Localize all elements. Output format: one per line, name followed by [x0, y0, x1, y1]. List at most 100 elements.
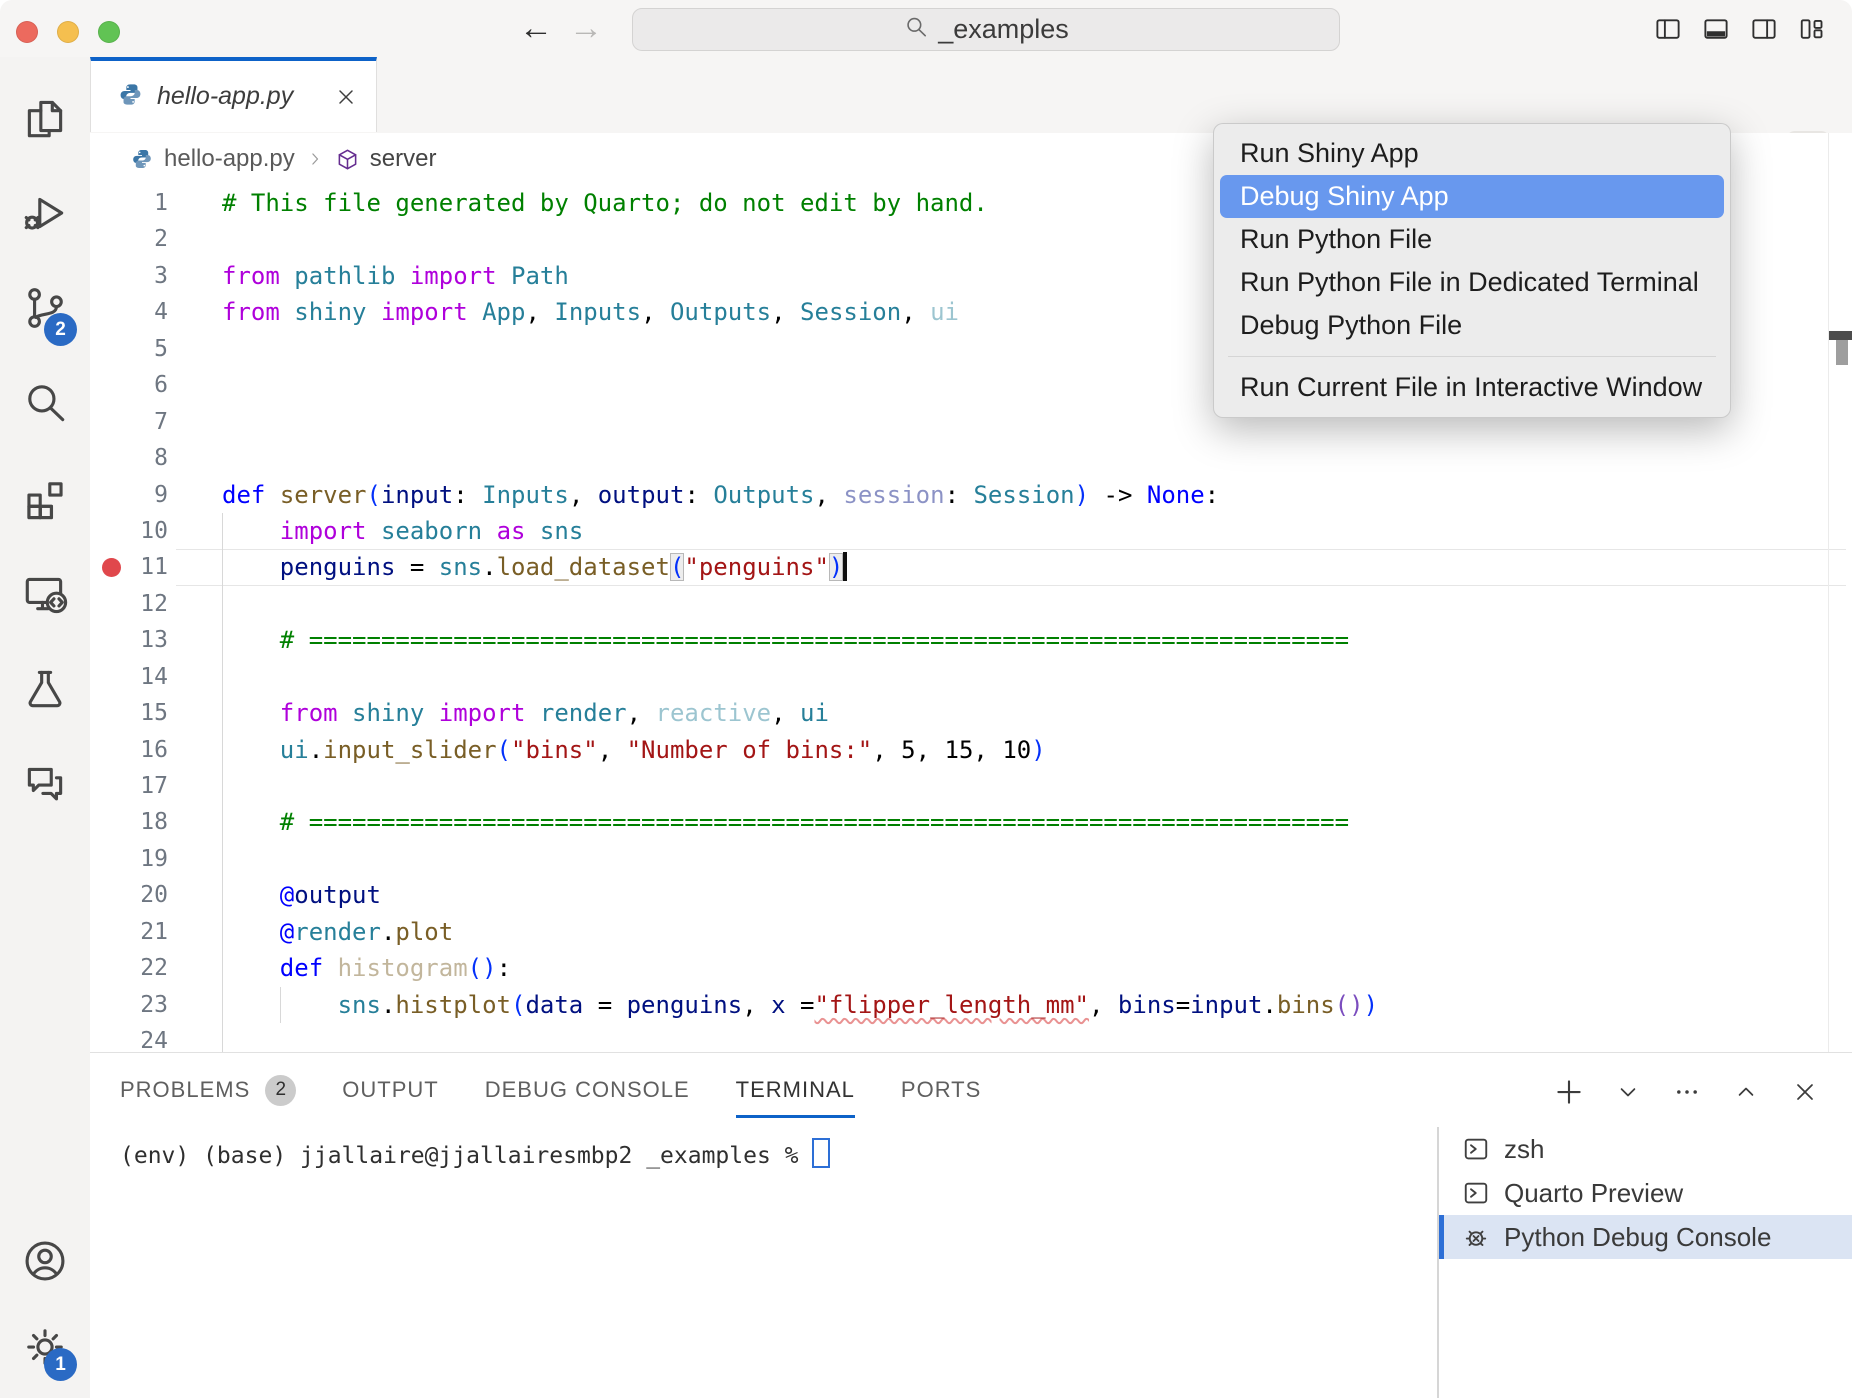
layout-customize-icon[interactable] — [1796, 13, 1828, 45]
code-line-23[interactable]: 23 sns.histplot(data = penguins, x ="fli… — [90, 987, 1852, 1023]
terminal-list-item-quarto-preview[interactable]: Quarto Preview — [1439, 1171, 1852, 1215]
code-line-24[interactable]: 24 — [90, 1023, 1852, 1052]
code-line-9[interactable]: 9def server(input: Inputs, output: Outpu… — [90, 477, 1852, 513]
menu-item-1[interactable]: Debug Shiny App — [1220, 175, 1724, 218]
line-number[interactable]: 3 — [90, 258, 168, 294]
line-number[interactable]: 24 — [90, 1023, 168, 1052]
panel-tab-problems[interactable]: PROBLEMS2 — [120, 1075, 296, 1106]
menu-item-0[interactable]: Run Shiny App — [1220, 132, 1724, 175]
titlebar: ← → _examples — [0, 0, 1852, 57]
activity-item-explorer[interactable] — [0, 70, 90, 165]
line-number[interactable]: 10 — [90, 513, 168, 549]
line-number[interactable]: 17 — [90, 768, 168, 804]
panel-more-actions-button[interactable] — [1670, 1075, 1704, 1109]
new-terminal-button[interactable] — [1552, 1075, 1586, 1109]
scrollbar-thumb[interactable] — [1836, 340, 1848, 365]
terminal-prompt[interactable]: (env) (base) jjallaire@jjallairesmbp2 _e… — [120, 1138, 830, 1169]
panel-tab-terminal[interactable]: TERMINAL — [736, 1077, 855, 1103]
code-text — [168, 404, 222, 440]
line-number[interactable]: 6 — [90, 367, 168, 403]
chevron-down-icon — [1614, 1078, 1642, 1106]
layout-sidebar-right-icon[interactable] — [1748, 13, 1780, 45]
code-line-19[interactable]: 19 — [90, 841, 1852, 877]
forward-icon[interactable]: → — [566, 4, 606, 52]
line-number[interactable]: 19 — [90, 841, 168, 877]
code-line-16[interactable]: 16 ui.input_slider("bins", "Number of bi… — [90, 732, 1852, 768]
activity-item-comments[interactable] — [0, 735, 90, 830]
line-number[interactable]: 14 — [90, 659, 168, 695]
window-close-button[interactable] — [16, 21, 38, 43]
code-line-8[interactable]: 8 — [90, 440, 1852, 476]
terminal-list-label: zsh — [1504, 1134, 1544, 1165]
line-number[interactable]: 22 — [90, 950, 168, 986]
activity-item-settings[interactable]: 1 — [0, 1304, 90, 1390]
code-text: @output — [168, 877, 381, 913]
breadcrumb-symbol[interactable]: server — [370, 145, 437, 173]
code-text: # ======================================… — [168, 622, 1349, 658]
line-number[interactable]: 12 — [90, 586, 168, 622]
panel-tab-output[interactable]: OUTPUT — [342, 1077, 438, 1103]
activity-item-source-control[interactable]: 2 — [0, 260, 90, 355]
line-number[interactable]: 13 — [90, 622, 168, 658]
code-line-15[interactable]: 15 from shiny import render, reactive, u… — [90, 695, 1852, 731]
line-number[interactable]: 16 — [90, 732, 168, 768]
menu-item-6[interactable]: Run Current File in Interactive Window — [1220, 366, 1724, 409]
activity-item-remote-explorer[interactable] — [0, 545, 90, 640]
line-number[interactable]: 7 — [90, 404, 168, 440]
tab-hello-app-py[interactable]: hello-app.py — [90, 57, 377, 132]
indent-guide — [222, 768, 223, 804]
line-number[interactable]: 1 — [90, 185, 168, 221]
code-line-18[interactable]: 18 # ===================================… — [90, 804, 1852, 840]
activity-item-search[interactable] — [0, 355, 90, 450]
line-number[interactable]: 18 — [90, 804, 168, 840]
indent-guide — [222, 549, 223, 585]
line-number[interactable]: 21 — [90, 914, 168, 950]
code-text: @render.plot — [168, 914, 453, 950]
line-number[interactable]: 8 — [90, 440, 168, 476]
code-line-21[interactable]: 21 @render.plot — [90, 914, 1852, 950]
panel-tab-debug-console[interactable]: DEBUG CONSOLE — [485, 1077, 690, 1103]
line-number[interactable]: 9 — [90, 477, 168, 513]
code-line-13[interactable]: 13 # ===================================… — [90, 622, 1852, 658]
layout-panel-icon[interactable] — [1700, 13, 1732, 45]
menu-item-2[interactable]: Run Python File — [1220, 218, 1724, 261]
code-line-10[interactable]: 10 import seaborn as sns — [90, 513, 1852, 549]
menu-item-3[interactable]: Run Python File in Dedicated Terminal — [1220, 261, 1724, 304]
layout-sidebar-right-icon — [1749, 14, 1779, 44]
code-line-14[interactable]: 14 — [90, 659, 1852, 695]
terminal-list-item-python-debug-console[interactable]: Python Debug Console — [1439, 1215, 1852, 1259]
close-icon[interactable] — [334, 85, 358, 109]
breadcrumb-file[interactable]: hello-app.py — [164, 145, 295, 173]
line-number[interactable]: 23 — [90, 987, 168, 1023]
terminal-icon — [1461, 1178, 1491, 1208]
window-zoom-button[interactable] — [98, 21, 120, 43]
line-number[interactable]: 5 — [90, 331, 168, 367]
back-icon[interactable]: ← — [516, 4, 556, 52]
breakpoint-dot[interactable] — [102, 558, 121, 577]
activity-item-run-and-debug[interactable] — [0, 165, 90, 260]
maximize-panel-button[interactable] — [1729, 1075, 1763, 1109]
layout-sidebar-left-icon[interactable] — [1652, 13, 1684, 45]
activity-item-testing[interactable] — [0, 640, 90, 735]
code-line-17[interactable]: 17 — [90, 768, 1852, 804]
indent-guide — [222, 877, 223, 913]
menu-item-4[interactable]: Debug Python File — [1220, 304, 1724, 347]
code-line-11[interactable]: 11 penguins = sns.load_dataset("penguins… — [90, 549, 1852, 585]
ellipsis-icon — [1673, 1078, 1701, 1106]
line-number[interactable]: 15 — [90, 695, 168, 731]
code-line-22[interactable]: 22 def histogram(): — [90, 950, 1852, 986]
code-line-20[interactable]: 20 @output — [90, 877, 1852, 913]
close-panel-button[interactable] — [1788, 1075, 1822, 1109]
activity-item-accounts[interactable] — [0, 1218, 90, 1304]
panel-tab-ports[interactable]: PORTS — [901, 1077, 981, 1103]
line-number[interactable]: 2 — [90, 221, 168, 257]
activity-item-extensions[interactable] — [0, 450, 90, 545]
terminal-list-item-zsh[interactable]: zsh — [1439, 1127, 1852, 1171]
terminal-profile-dropdown-button[interactable] — [1611, 1075, 1645, 1109]
code-line-12[interactable]: 12 — [90, 586, 1852, 622]
layout-customize-icon — [1797, 14, 1827, 44]
window-minimize-button[interactable] — [57, 21, 79, 43]
search-input[interactable]: _examples — [632, 8, 1340, 51]
line-number[interactable]: 4 — [90, 294, 168, 330]
line-number[interactable]: 20 — [90, 877, 168, 913]
